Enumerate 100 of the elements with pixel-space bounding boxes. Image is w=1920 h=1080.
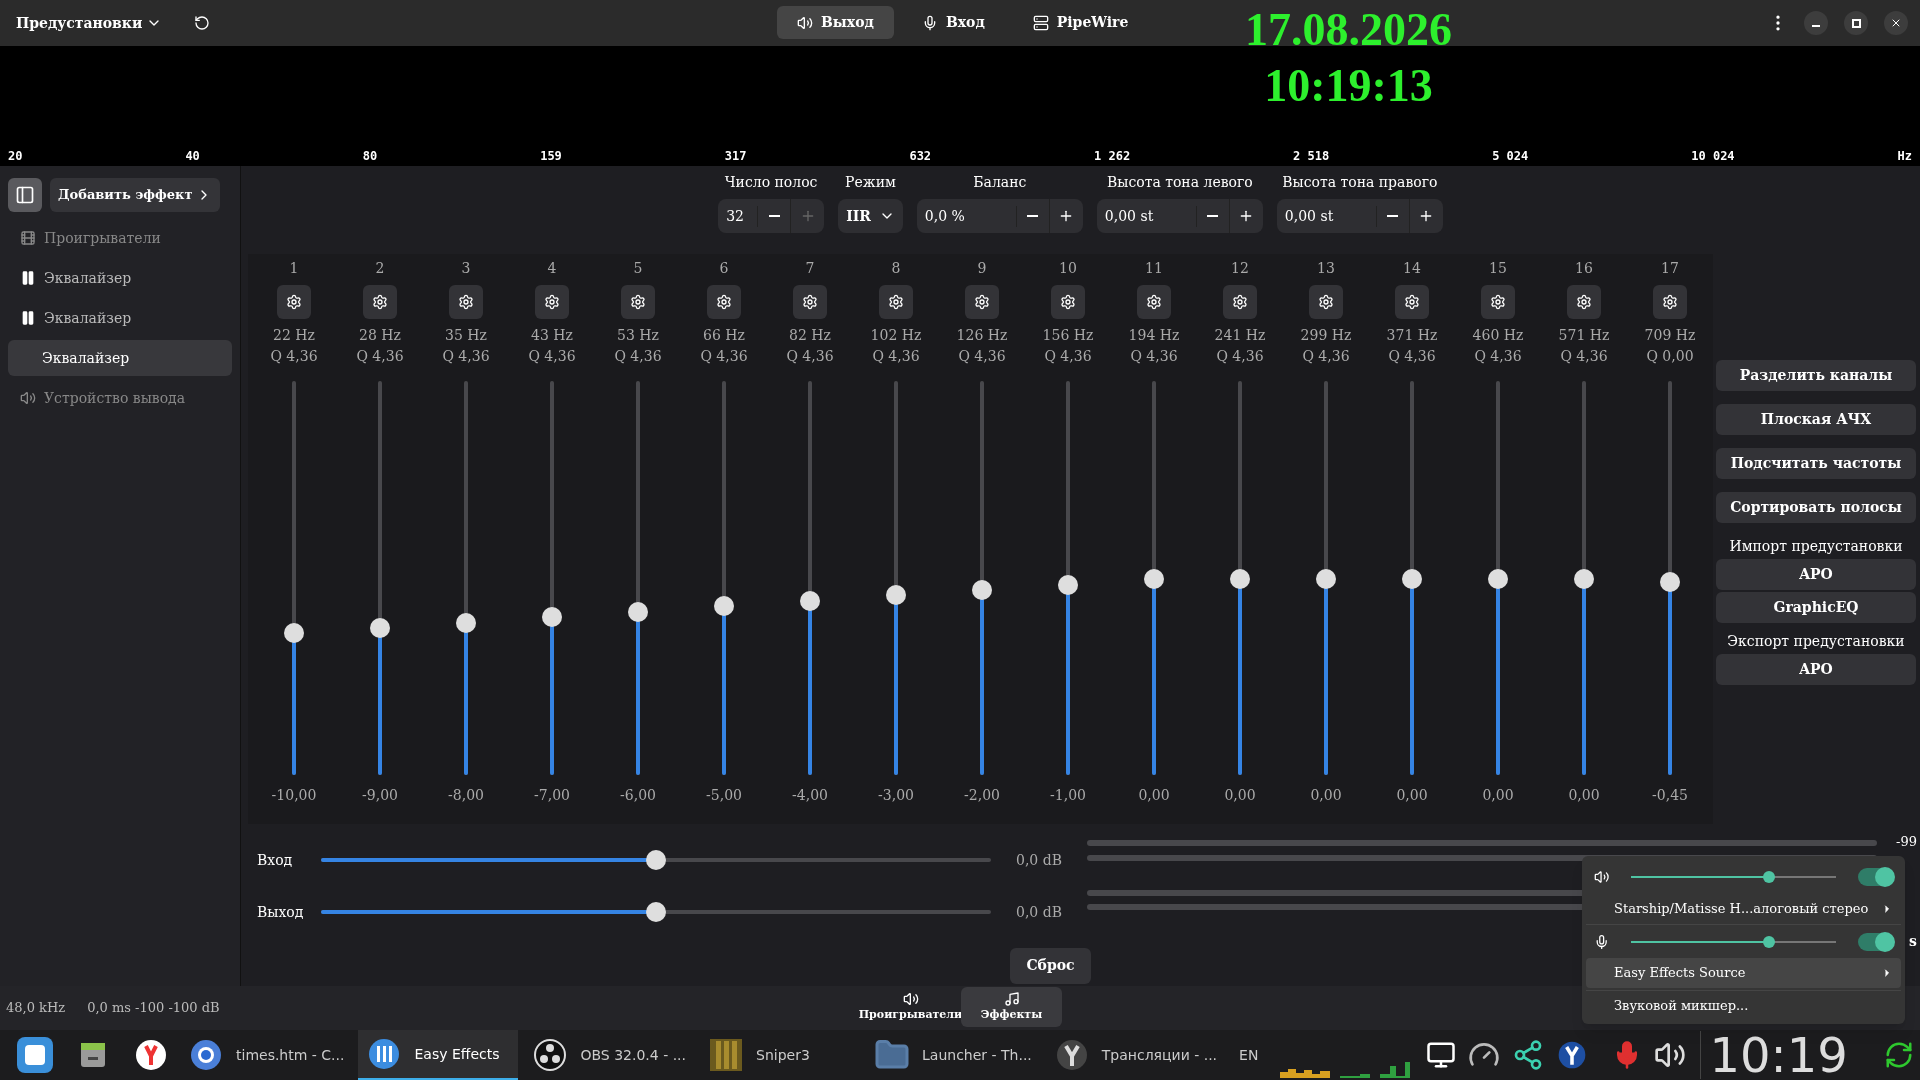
band-frequency: 709 Hz	[1644, 326, 1696, 345]
band-settings-button[interactable]	[965, 285, 999, 319]
band-q: Q 0,00	[1646, 347, 1694, 366]
app-launcher-icon[interactable]	[17, 1037, 53, 1073]
add-effect-button[interactable]: Добавить эффект	[50, 178, 221, 212]
sidebar-item[interactable]: Устройство вывода	[8, 380, 232, 416]
view-tab[interactable]: Проигрыватели	[860, 987, 961, 1027]
game-icon[interactable]	[708, 1037, 744, 1073]
control-label: Баланс	[973, 173, 1027, 192]
menu-item[interactable]: Starship/Matisse H...алоговый стерео	[1586, 894, 1901, 924]
sidebar-item[interactable]: Эквалайзер	[8, 340, 232, 376]
band-q: Q 4,36	[1302, 347, 1350, 366]
settings-icon	[1576, 294, 1592, 310]
band-settings-button[interactable]	[535, 285, 569, 319]
slider-thumb[interactable]	[542, 607, 562, 627]
band-settings-button[interactable]	[1051, 285, 1085, 319]
band-q: Q 4,36	[872, 347, 920, 366]
slider-thumb[interactable]	[1230, 569, 1250, 590]
browser-icon[interactable]	[188, 1037, 224, 1073]
band-settings-button[interactable]	[621, 285, 655, 319]
slider-thumb[interactable]	[1660, 571, 1680, 592]
band-settings-button[interactable]	[1223, 285, 1257, 319]
band-settings-button[interactable]	[793, 285, 827, 319]
band-settings-button[interactable]	[1309, 285, 1343, 319]
slider-thumb[interactable]	[972, 579, 992, 600]
gain-value: 0,0 dB	[1016, 902, 1062, 922]
menu-item[interactable]: Easy Effects Source	[1586, 958, 1901, 988]
slider-thumb[interactable]	[1762, 935, 1775, 948]
band-number: 1	[289, 259, 299, 278]
action-button[interactable]: Разделить каналы	[1716, 360, 1916, 391]
close-button[interactable]	[1884, 11, 1908, 35]
slider-thumb[interactable]	[1488, 569, 1508, 590]
band-gain: 0,00	[1568, 786, 1600, 805]
band-settings-button[interactable]	[1653, 285, 1687, 319]
action-button[interactable]: APO	[1716, 559, 1916, 590]
slider-thumb[interactable]	[886, 585, 906, 606]
minimize-button[interactable]	[1804, 11, 1828, 35]
slider-thumb[interactable]	[1144, 569, 1164, 590]
slider-thumb[interactable]	[1762, 871, 1775, 883]
frequency-label: 80	[362, 148, 378, 165]
toggle-switch[interactable]	[1858, 932, 1893, 951]
band-number: 6	[719, 259, 729, 278]
band-settings-button[interactable]	[1567, 285, 1601, 319]
slider-thumb[interactable]	[1316, 569, 1336, 590]
action-button[interactable]: Подсчитать частоты	[1716, 448, 1916, 479]
recorder-app-icon[interactable]	[532, 1037, 569, 1073]
band-number: 4	[547, 259, 557, 278]
band-frequency: 22 Hz	[273, 326, 315, 345]
view-tab[interactable]: Эффекты	[961, 987, 1062, 1027]
keyboard-layout[interactable]: EN	[1239, 1044, 1259, 1066]
slider-thumb[interactable]	[284, 623, 304, 644]
reset-icon[interactable]	[194, 15, 211, 31]
taskbar-window-button[interactable]: OBS 32.0.4 - ...	[524, 1030, 694, 1080]
action-button[interactable]: APO	[1716, 654, 1916, 685]
band-settings-button[interactable]	[707, 285, 741, 319]
band-settings-button[interactable]	[1137, 285, 1171, 319]
band-settings-button[interactable]	[449, 285, 483, 319]
slider-thumb[interactable]	[370, 617, 390, 638]
settings-icon	[1060, 294, 1076, 310]
action-button[interactable]: GraphicEQ	[1716, 592, 1916, 623]
toggle-switch[interactable]	[1858, 868, 1893, 886]
band-settings-button[interactable]	[277, 285, 311, 319]
taskbar-window-button[interactable]: Sniper3	[700, 1030, 860, 1080]
maximize-button[interactable]	[1844, 11, 1868, 35]
sidebar-item[interactable]: Эквалайзер	[8, 300, 232, 336]
slider-thumb[interactable]	[646, 850, 666, 870]
action-button[interactable]: Плоская АЧХ	[1716, 404, 1916, 435]
slider-thumb[interactable]	[800, 590, 820, 611]
mode-dropdown[interactable]: IIR	[838, 199, 903, 233]
slider-thumb[interactable]	[628, 601, 648, 622]
menu-item[interactable]: Звуковой микшер...	[1586, 990, 1901, 1020]
reset-button[interactable]: Сброс	[1010, 947, 1091, 984]
display-icon[interactable]	[1426, 1040, 1457, 1070]
slider-thumb[interactable]	[646, 902, 666, 922]
slider-thumb[interactable]	[1402, 569, 1422, 590]
taskbar-clock[interactable]: 10:19	[1700, 1031, 1848, 1079]
taskbar-window-button[interactable]: times.htm - C...	[180, 1030, 353, 1080]
header-tab[interactable]: Выход	[777, 6, 894, 39]
band-settings-button[interactable]	[1395, 285, 1429, 319]
slider-thumb[interactable]	[1574, 569, 1594, 590]
taskbar-window-button[interactable]: Easy Effects	[358, 1030, 519, 1080]
presets-menu-button[interactable]: Предустановки	[12, 12, 167, 34]
band-settings-button[interactable]	[879, 285, 913, 319]
action-button[interactable]: Сортировать полосы	[1716, 492, 1916, 523]
header-tab[interactable]: PipeWire	[1012, 6, 1149, 39]
header-tab[interactable]: Вход	[901, 6, 1005, 39]
browser-icon[interactable]	[133, 1037, 169, 1073]
slider-thumb[interactable]	[714, 596, 734, 616]
slider-thumb[interactable]	[1058, 574, 1078, 595]
sidebar-item[interactable]: Эквалайзер	[8, 260, 232, 296]
taskbar-window-button[interactable]: Launcher - Th...	[866, 1030, 1040, 1080]
band-settings-button[interactable]	[363, 285, 397, 319]
band-q: Q 4,36	[270, 347, 318, 366]
sidebar-item[interactable]: Проигрыватели	[8, 220, 232, 256]
slider-thumb[interactable]	[456, 612, 476, 633]
band-gain: 0,00	[1138, 786, 1170, 805]
band-frequency: 241 Hz	[1214, 326, 1266, 345]
refresh-icon[interactable]	[1884, 1040, 1914, 1070]
taskbar-window-button[interactable]: Трансляции - ...	[1045, 1030, 1226, 1080]
band-settings-button[interactable]	[1481, 285, 1515, 319]
